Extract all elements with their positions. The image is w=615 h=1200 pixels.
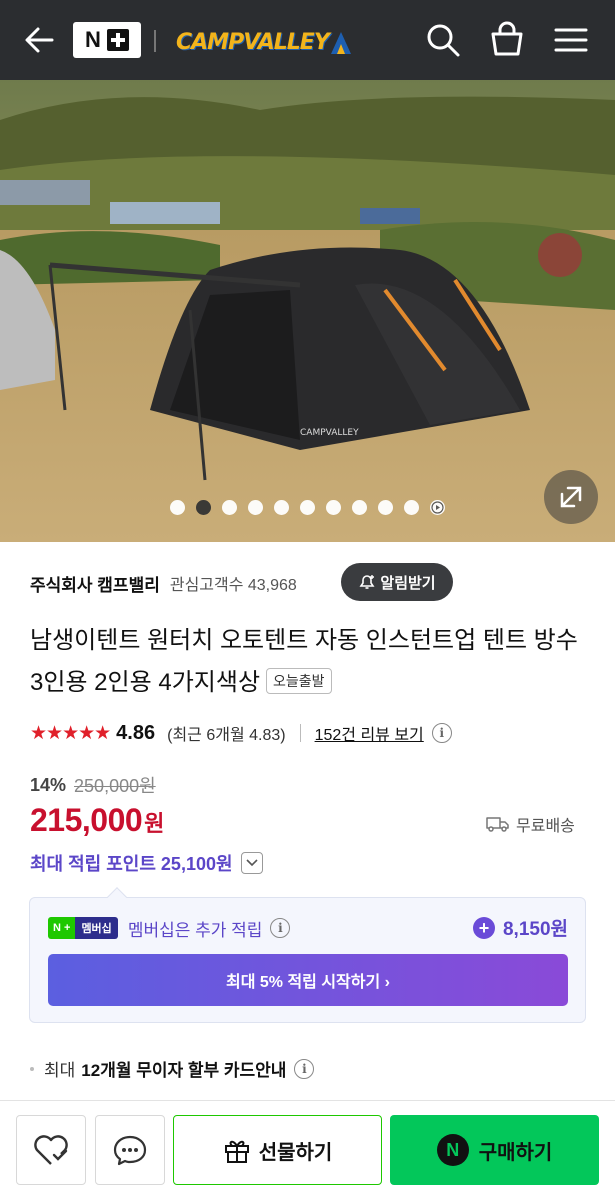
header-divider <box>154 30 156 52</box>
interest-count: 관심고객수 43,968 <box>169 577 297 594</box>
rating-stars: ★★★★★ <box>30 722 111 744</box>
bullet-dot <box>30 1066 34 1071</box>
carousel-dot[interactable] <box>170 500 185 515</box>
carousel-dot[interactable] <box>274 500 289 515</box>
shipping-label: 무료배송 <box>516 818 575 835</box>
card-pointer <box>107 887 127 907</box>
np-badge-left: N + <box>48 917 76 939</box>
seller-name[interactable]: 주식회사 캠프밸리 <box>30 571 160 596</box>
expand-arrows-icon <box>560 486 582 508</box>
discount-row: 14% 250,000원 <box>30 772 156 798</box>
naver-plus-logo[interactable]: N <box>73 22 141 58</box>
naver-pay-icon: N <box>436 1134 469 1166</box>
seller-info-row: 주식회사 캠프밸리 관심고객수 43,968 알림받기 <box>30 563 590 601</box>
discount-rate: 14% <box>30 774 67 795</box>
menu-icon[interactable] <box>551 20 591 60</box>
carousel-play-dot[interactable] <box>430 500 445 515</box>
nplus-letter: N <box>85 27 101 52</box>
rating-score: 4.86 <box>116 721 156 744</box>
rating-row: ★★★★★ 4.86 (최근 6개월 4.83) 152건 리뷰 보기 i <box>30 718 452 748</box>
max-points-row[interactable]: 최대 적립 포인트 25,100원 <box>30 850 263 876</box>
gift-button[interactable]: 선물하기 <box>173 1115 382 1185</box>
bottom-action-bar: 선물하기 N 구매하기 <box>0 1100 615 1200</box>
price-row: 215,000 원 <box>30 802 164 839</box>
membership-top-row: N + 멤버십 멤버십은 추가 적립 i + 8,150원 <box>48 914 568 942</box>
carousel-dot[interactable] <box>326 500 341 515</box>
plus-icon <box>106 29 129 51</box>
carousel-dot[interactable] <box>300 500 315 515</box>
membership-points: + 8,150원 <box>472 914 568 941</box>
price-unit: 원 <box>144 811 165 836</box>
carousel-dot[interactable] <box>404 500 419 515</box>
plus-circle-icon: + <box>472 916 495 939</box>
gift-icon <box>224 1140 249 1163</box>
installment-prefix: 최대 <box>44 1061 76 1080</box>
installment-info-icon[interactable]: i <box>294 1058 315 1079</box>
back-arrow-icon[interactable] <box>22 22 56 58</box>
store-brand-logo[interactable]: CAMPVALLEY <box>176 24 353 60</box>
sale-price: 215,000 <box>30 802 143 838</box>
info-icon[interactable]: i <box>431 723 452 743</box>
wishlist-button[interactable] <box>16 1115 86 1185</box>
truck-icon <box>486 817 509 832</box>
chevron-down-icon[interactable] <box>240 852 263 874</box>
product-title: 남생이텐트 원터치 오토텐트 자동 인스턴트업 텐트 방수 3인용 2인용 4가… <box>30 620 595 704</box>
buy-label: 구매하기 <box>478 1141 553 1164</box>
rating-divider <box>299 724 301 742</box>
chat-bubble-icon <box>113 1135 147 1166</box>
bell-plus-icon <box>359 575 375 589</box>
naver-plus-membership-badge: N + 멤버십 <box>48 917 118 939</box>
top-nav-bar: N CAMPVALLEY <box>0 0 615 80</box>
shopping-bag-icon[interactable] <box>487 20 527 60</box>
talktalk-button[interactable] <box>95 1115 165 1185</box>
gift-label: 선물하기 <box>258 1141 333 1164</box>
notify-button[interactable]: 알림받기 <box>341 563 453 601</box>
membership-card: N + 멤버십 멤버십은 추가 적립 i + 8,150원 최대 5% 적립 시… <box>29 887 586 1023</box>
membership-text: 멤버십은 추가 적립 <box>127 920 263 940</box>
installment-text: 12개월 무이자 할부 카드안내 <box>81 1061 287 1080</box>
today-shipping-badge: 오늘출발 <box>266 667 332 694</box>
recent-rating: (최근 6개월 4.83) <box>167 727 286 744</box>
carousel-dot[interactable] <box>248 500 263 515</box>
membership-info-icon[interactable]: i <box>270 918 291 938</box>
tent-logo-text: CAMPVALLEY <box>300 428 359 438</box>
carousel-dot[interactable] <box>222 500 237 515</box>
heart-check-icon <box>34 1135 68 1165</box>
membership-points-value: 8,150원 <box>502 919 568 940</box>
max-points-label: 최대 적립 포인트 25,100원 <box>30 854 233 874</box>
original-price: 250,000원 <box>74 776 156 796</box>
expand-image-button[interactable] <box>544 470 598 524</box>
buy-button[interactable]: N 구매하기 <box>390 1115 599 1185</box>
mountain-icon <box>330 32 351 54</box>
carousel-dot[interactable] <box>196 500 211 515</box>
np-badge-right: 멤버십 <box>75 917 118 939</box>
installment-info[interactable]: 최대 12개월 무이자 할부 카드안내 i <box>30 1056 315 1081</box>
search-icon[interactable] <box>423 20 463 60</box>
product-image-carousel[interactable]: CAMPVALLEY <box>0 80 615 542</box>
shipping-info: 무료배송 <box>486 812 575 836</box>
start-membership-button[interactable]: 최대 5% 적립 시작하기 › <box>48 954 568 1006</box>
carousel-dot[interactable] <box>378 500 393 515</box>
review-link[interactable]: 152건 리뷰 보기 <box>315 721 424 745</box>
carousel-dot[interactable] <box>352 500 367 515</box>
notify-label: 알림받기 <box>380 574 436 592</box>
brand-logo-text: CAMPVALLEY <box>176 29 330 55</box>
carousel-indicators <box>0 500 615 515</box>
tent-product-photo: CAMPVALLEY <box>0 80 615 542</box>
